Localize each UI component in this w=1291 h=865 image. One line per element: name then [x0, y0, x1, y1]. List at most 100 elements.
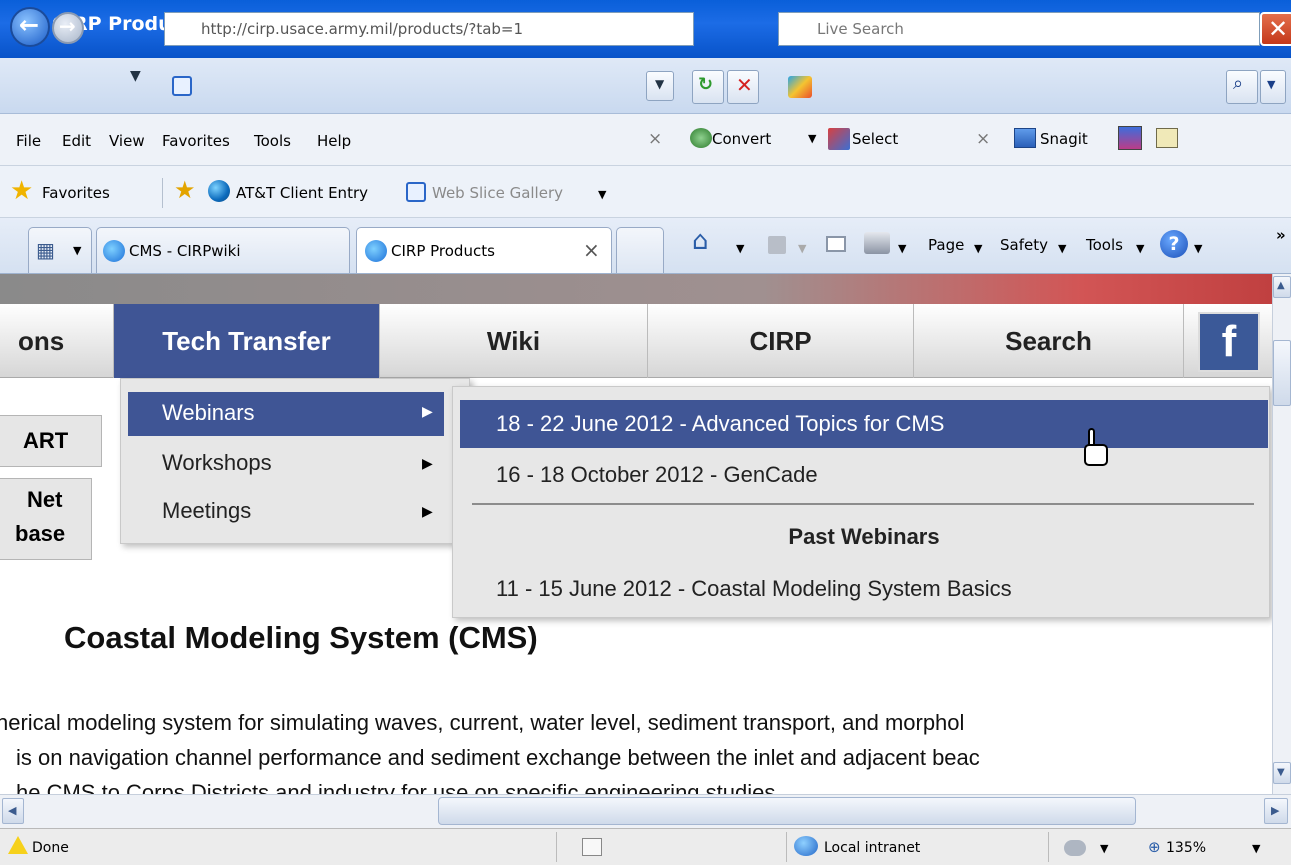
chevron-down-icon: ▼	[655, 77, 665, 91]
protected-mode-icon[interactable]	[1064, 840, 1086, 856]
snagit-icon	[1014, 128, 1036, 148]
tab-cms-cirpwiki[interactable]: CMS - CIRPwiki	[96, 227, 350, 273]
chevron-down-icon[interactable]: ▼	[808, 132, 816, 145]
site-nav-item-wiki[interactable]: Wiki	[380, 304, 648, 378]
tools-menu-button[interactable]: Tools	[1086, 236, 1123, 254]
feeds-icon[interactable]	[768, 236, 786, 254]
side-tab-art[interactable]: ART	[0, 415, 102, 467]
scroll-left-button[interactable]: ◀	[2, 798, 24, 824]
body-text-line: is on navigation channel performance and…	[16, 745, 980, 770]
home-icon[interactable]: ⌂	[692, 226, 709, 256]
facebook-link[interactable]: f	[1198, 312, 1260, 372]
snagit-editor-icon[interactable]	[1156, 128, 1178, 148]
print-icon[interactable]	[864, 232, 890, 254]
search-input[interactable]: Live Search	[778, 12, 1260, 46]
select-button[interactable]: Select	[852, 130, 898, 148]
page-icon	[172, 76, 192, 96]
zoom-level[interactable]: 135%	[1166, 840, 1206, 856]
search-button[interactable]: ⌕	[1226, 70, 1258, 104]
recent-pages-dropdown[interactable]: ▼	[130, 68, 141, 84]
more-commands-button[interactable]: »	[1276, 226, 1286, 244]
submenu-arrow-icon: ▶	[422, 404, 433, 420]
dropdown-item-label: Webinars	[162, 400, 255, 425]
chevron-down-icon: ▼	[974, 242, 983, 255]
submenu-arrow-icon: ▶	[422, 504, 433, 520]
intranet-icon	[794, 836, 818, 856]
submenu-divider	[472, 503, 1254, 505]
submenu-item-cms-basics[interactable]: 11 - 15 June 2012 - Coastal Modeling Sys…	[460, 566, 1268, 612]
horizontal-scroll-thumb[interactable]	[438, 797, 1136, 825]
dropdown-item-webinars[interactable]: Webinars ▶	[128, 392, 444, 436]
menu-help[interactable]: Help	[317, 132, 351, 150]
page-menu-button[interactable]: Page	[928, 236, 964, 254]
help-icon[interactable]: ?	[1160, 230, 1188, 258]
menu-edit[interactable]: Edit	[62, 132, 91, 150]
chevron-down-icon: ▼	[1267, 78, 1276, 91]
site-nav-item-tech-transfer[interactable]: Tech Transfer	[114, 304, 380, 378]
page-heading: Coastal Modeling System (CMS)	[64, 620, 538, 655]
chevron-down-icon[interactable]: ▼	[1100, 842, 1108, 855]
chevron-down-icon[interactable]: ▼	[1252, 842, 1260, 855]
menu-tools[interactable]: Tools	[254, 132, 291, 150]
back-button[interactable]: ←	[10, 7, 50, 47]
body-text-line: nerical modeling system for simulating w…	[0, 710, 965, 735]
search-options-button[interactable]: ▼	[1260, 70, 1286, 104]
refresh-button[interactable]: ↻	[692, 70, 724, 104]
site-banner-strip	[0, 274, 1272, 304]
convert-button[interactable]: Convert	[712, 130, 771, 148]
tab-cirp-products[interactable]: CIRP Products ×	[356, 227, 612, 273]
submenu-item-label: 18 - 22 June 2012 - Advanced Topics for …	[496, 411, 945, 436]
scroll-up-button[interactable]: ▲	[1273, 276, 1291, 298]
toolbar-close-icon[interactable]: ×	[976, 129, 990, 149]
chevron-down-icon[interactable]: ▼	[898, 242, 906, 255]
body-text-line: he CMS to Corps Districts and industry f…	[16, 780, 776, 794]
menu-view[interactable]: View	[109, 132, 145, 150]
close-tab-icon[interactable]: ×	[583, 238, 600, 262]
chevron-down-icon[interactable]: ▼	[736, 242, 744, 255]
menu-file[interactable]: File	[16, 132, 41, 150]
stop-button[interactable]: ✕	[727, 70, 759, 104]
site-nav-item-ons[interactable]: ons	[0, 304, 114, 378]
search-icon: ⌕	[1233, 73, 1244, 94]
tab-label: CMS - CIRPwiki	[129, 242, 241, 260]
dropdown-item-meetings[interactable]: Meetings ▶	[128, 490, 444, 534]
past-webinars-label: Past Webinars	[788, 524, 940, 549]
globe-icon	[208, 180, 230, 202]
dropdown-item-workshops[interactable]: Workshops ▶	[128, 442, 444, 486]
favorite-link-webslice[interactable]: Web Slice Gallery	[432, 184, 563, 202]
snagit-capture-icon[interactable]	[1118, 126, 1142, 150]
chevron-down-icon[interactable]: ▼	[1194, 242, 1202, 255]
security-zone: Local intranet	[824, 840, 921, 856]
new-tab-button[interactable]	[616, 227, 664, 273]
favorites-button[interactable]: Favorites	[42, 184, 110, 202]
favorites-star-icon: ★	[10, 176, 34, 206]
chevron-down-icon[interactable]: ▼	[798, 242, 806, 255]
live-search-icon	[788, 76, 812, 98]
convert-icon	[690, 128, 712, 148]
snagit-button[interactable]: Snagit	[1040, 130, 1088, 148]
vertical-scroll-thumb[interactable]	[1273, 340, 1291, 406]
site-nav-item-search[interactable]: Search	[914, 304, 1184, 378]
scroll-down-button[interactable]: ▼	[1273, 762, 1291, 784]
safety-menu-button[interactable]: Safety	[1000, 236, 1048, 254]
submenu-item-advanced-topics[interactable]: 18 - 22 June 2012 - Advanced Topics for …	[460, 400, 1268, 448]
mail-icon[interactable]	[826, 236, 846, 252]
forward-button[interactable]: →	[52, 12, 84, 44]
site-nav-item-cirp[interactable]: CIRP	[648, 304, 914, 378]
forward-arrow-icon: →	[59, 14, 76, 38]
menu-favorites[interactable]: Favorites	[162, 132, 230, 150]
favorite-link-att[interactable]: AT&T Client Entry	[236, 184, 368, 202]
chevron-down-icon[interactable]: ▼	[598, 188, 606, 201]
side-tab-net-base[interactable]: Net base	[0, 478, 92, 560]
tab-label: CIRP Products	[391, 242, 495, 260]
toolbar-close-icon[interactable]: ×	[648, 129, 662, 149]
add-favorite-icon[interactable]: ★	[174, 176, 196, 204]
address-dropdown-button[interactable]: ▼	[646, 71, 674, 101]
address-input[interactable]: http://cirp.usace.army.mil/products/?tab…	[164, 12, 694, 46]
submenu-item-gencade[interactable]: 16 - 18 October 2012 - GenCade	[460, 452, 1268, 498]
close-button[interactable]: ✕	[1260, 12, 1291, 46]
page-icon	[406, 182, 426, 202]
scroll-right-button[interactable]: ▶	[1264, 798, 1288, 824]
quick-tabs-button[interactable]: ▦ ▼	[28, 227, 92, 273]
side-tab-line: Net	[27, 487, 63, 512]
